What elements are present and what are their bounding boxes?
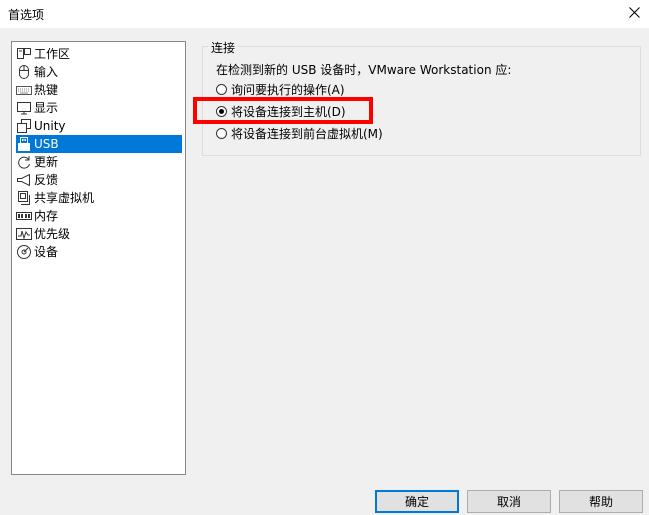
nav-item-label: 设备 <box>34 245 59 259</box>
nav-item-feedback[interactable]: 反馈 <box>16 171 62 189</box>
nav-item-display[interactable]: 显示 <box>16 99 62 117</box>
radio-ask-action[interactable]: 询问要执行的操作(A) <box>216 81 345 97</box>
nav-item-label: 共享虚拟机 <box>34 191 95 205</box>
shared-vm-icon <box>16 190 32 206</box>
nav-item-label: 工作区 <box>34 47 71 61</box>
mouse-icon <box>16 64 32 80</box>
radio-label: 询问要执行的操作(A) <box>231 82 345 97</box>
ok-button[interactable]: 确定 <box>375 490 459 513</box>
nav-item-label: 内存 <box>34 209 59 223</box>
close-icon <box>628 7 640 21</box>
window-title: 首选项 <box>8 8 45 22</box>
nav-item-label: 反馈 <box>34 173 59 187</box>
nav-item-label: USB <box>34 137 59 151</box>
nav-item-shared-vms[interactable]: 共享虚拟机 <box>16 189 98 207</box>
megaphone-icon <box>16 172 32 188</box>
radio-button[interactable] <box>216 127 227 139</box>
nav-item-priority[interactable]: 优先级 <box>16 225 74 243</box>
cancel-button[interactable]: 取消 <box>467 490 551 513</box>
preferences-nav-tree: 工作区 输入 热键 显示 Unity USB 更新 反馈 共享虚拟机 内存 优先… <box>11 41 186 475</box>
nav-item-label: Unity <box>34 119 66 133</box>
nav-item-label: 输入 <box>34 65 59 79</box>
nav-item-unity[interactable]: Unity <box>16 117 70 135</box>
device-icon <box>16 244 32 260</box>
radio-button[interactable] <box>216 83 227 95</box>
priority-icon <box>16 226 32 242</box>
unity-icon <box>16 118 32 134</box>
refresh-icon <box>16 154 32 170</box>
title-bar: 首选项 <box>0 0 649 28</box>
red-highlight-annotation <box>193 97 373 124</box>
nav-item-hotkeys[interactable]: 热键 <box>16 81 62 99</box>
nav-item-label: 优先级 <box>34 227 71 241</box>
nav-item-workspace[interactable]: 工作区 <box>16 45 74 63</box>
radio-connect-to-foreground-vm[interactable]: 将设备连接到前台虚拟机(M) <box>216 125 383 141</box>
help-button[interactable]: 帮助 <box>559 490 643 513</box>
memory-icon <box>16 208 32 224</box>
nav-item-memory[interactable]: 内存 <box>16 207 62 225</box>
nav-item-label: 显示 <box>34 101 59 115</box>
connection-legend: 连接 <box>208 39 239 56</box>
monitor-icon <box>16 100 32 116</box>
keyboard-icon <box>16 82 32 98</box>
close-button[interactable] <box>619 0 649 28</box>
nav-item-updates[interactable]: 更新 <box>16 153 62 171</box>
connection-description: 在检测到新的 USB 设备时，VMware Workstation 应: <box>216 63 512 77</box>
usb-icon <box>16 136 32 152</box>
nav-item-label: 热键 <box>34 83 59 97</box>
nav-item-input[interactable]: 输入 <box>16 63 62 81</box>
nav-item-usb[interactable]: USB <box>16 135 182 153</box>
nav-item-devices[interactable]: 设备 <box>16 243 62 261</box>
nav-item-label: 更新 <box>34 155 59 169</box>
radio-label: 将设备连接到前台虚拟机(M) <box>231 126 383 141</box>
workspace-icon <box>16 46 32 62</box>
